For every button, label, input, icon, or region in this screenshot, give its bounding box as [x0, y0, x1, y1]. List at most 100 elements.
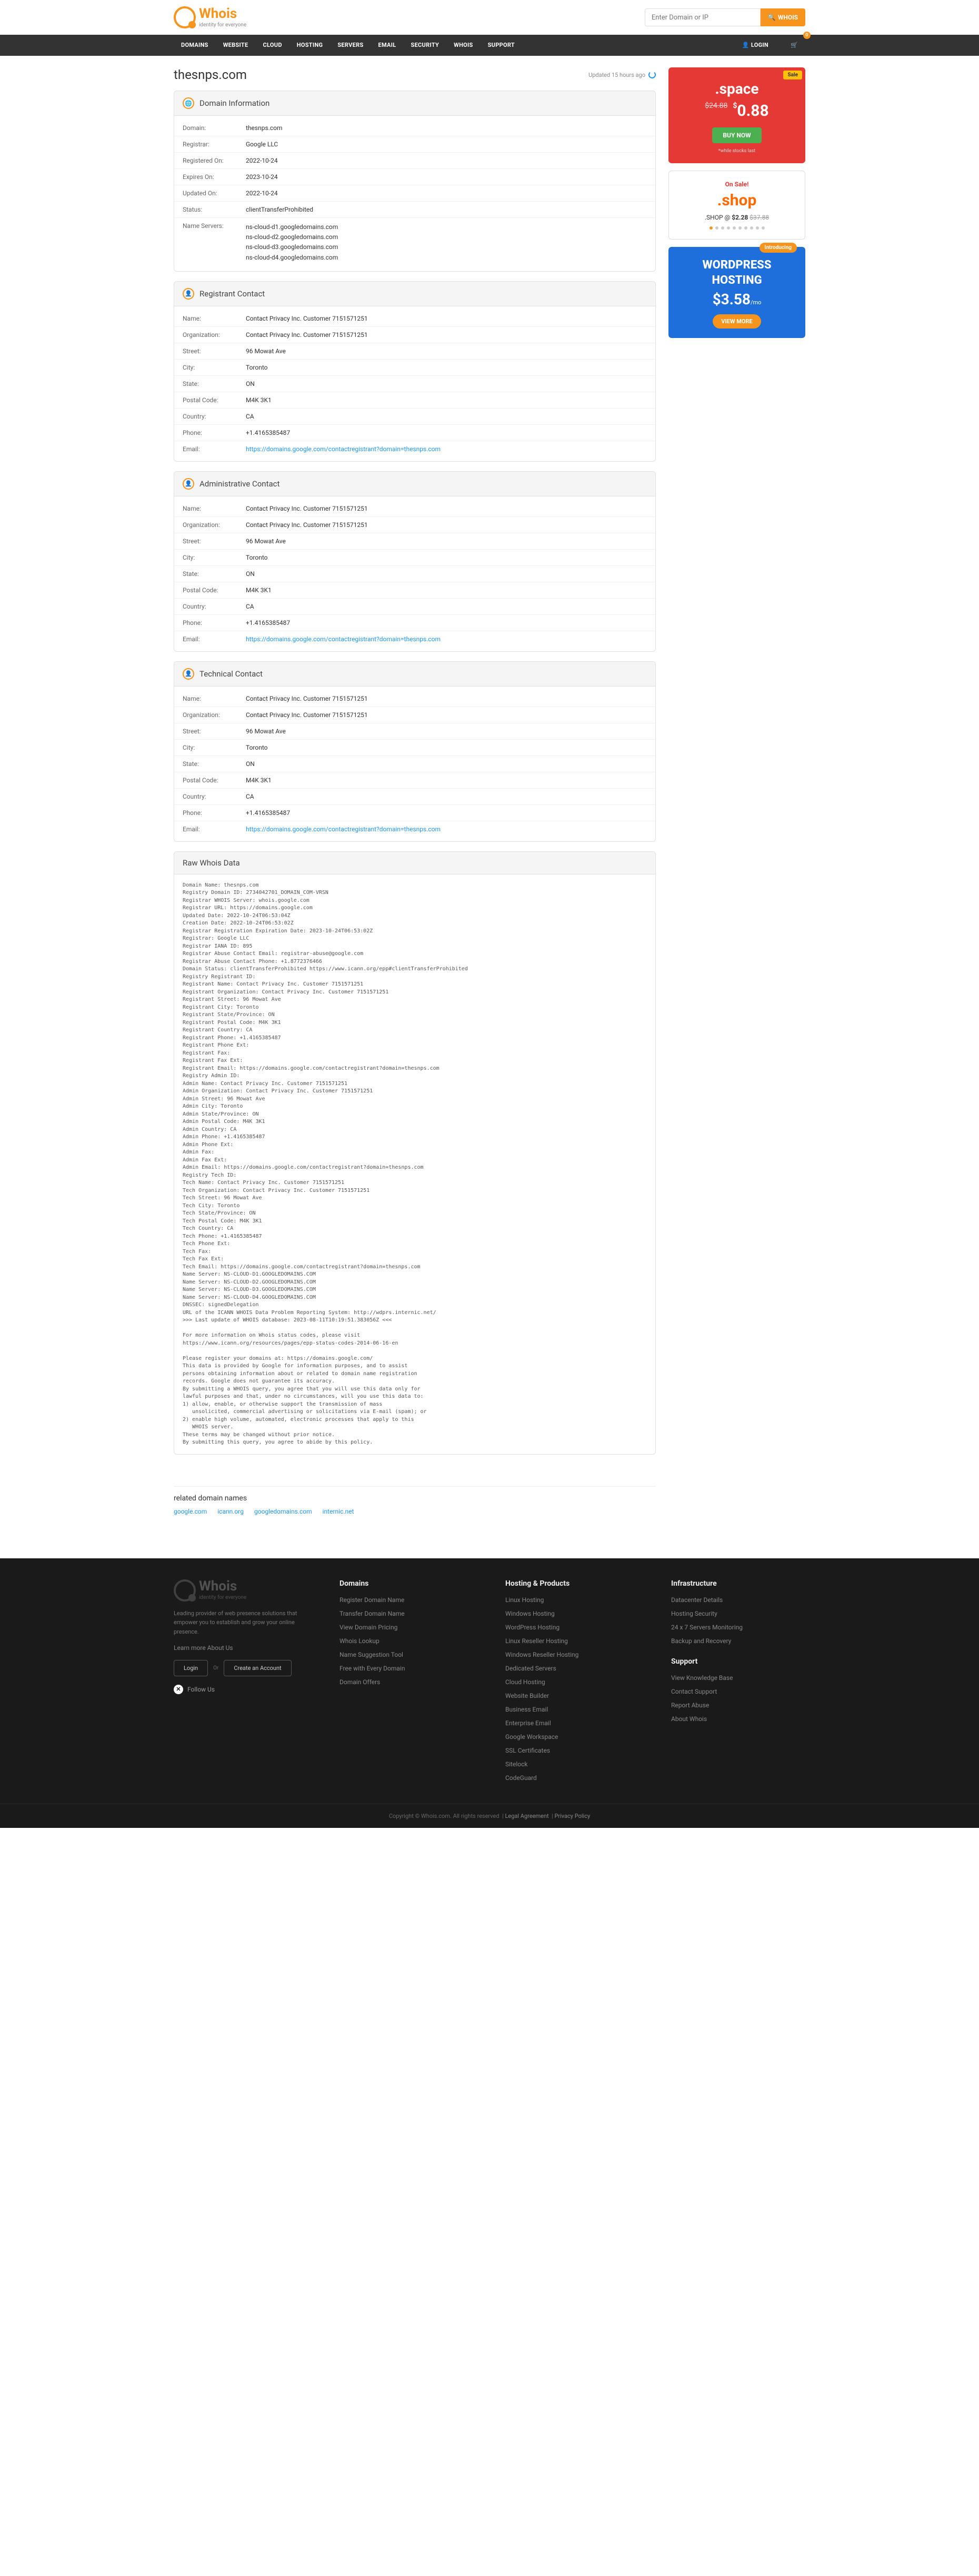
search-button-label: WHOIS: [778, 14, 798, 21]
dot[interactable]: [721, 226, 724, 230]
wp-price: $3.58/mo: [678, 291, 796, 308]
footer-link[interactable]: Website Builder: [505, 1692, 640, 1699]
related-link[interactable]: googledomains.com: [254, 1508, 312, 1515]
search: 🔍 WHOIS: [645, 8, 805, 26]
view-more-button[interactable]: VIEW MORE: [713, 314, 761, 329]
dot[interactable]: [715, 226, 718, 230]
footer-link[interactable]: Report Abuse: [671, 1702, 805, 1709]
row-value: Toronto: [246, 554, 647, 561]
nav-item-email[interactable]: EMAIL: [371, 35, 404, 56]
related-link[interactable]: google.com: [174, 1508, 207, 1515]
row-value: Contact Privacy Inc. Customer 7151571251: [246, 505, 647, 512]
nav-item-hosting[interactable]: HOSTING: [289, 35, 331, 56]
nav-item-cloud[interactable]: CLOUD: [255, 35, 289, 56]
dot[interactable]: [750, 226, 753, 230]
footer-link[interactable]: Transfer Domain Name: [339, 1610, 474, 1617]
footer-desc: Leading provider of web presence solutio…: [174, 1609, 308, 1637]
cart-count: 0: [803, 32, 811, 39]
footer-link[interactable]: Windows Reseller Hosting: [505, 1651, 640, 1658]
row-key: Expires On:: [183, 173, 246, 181]
dot[interactable]: [738, 226, 742, 230]
footer-link[interactable]: Whois Lookup: [339, 1637, 474, 1645]
login-link[interactable]: 👤 LOGIN: [735, 35, 776, 56]
footer-link[interactable]: Sitelock: [505, 1761, 640, 1768]
related-link[interactable]: internic.net: [323, 1508, 354, 1515]
nav-item-whois[interactable]: WHOIS: [446, 35, 480, 56]
twitter-icon: ✕: [174, 1685, 183, 1694]
logo-tagline: identity for everyone: [199, 22, 246, 28]
footer-link[interactable]: Name Suggestion Tool: [339, 1651, 474, 1658]
search-input[interactable]: [645, 8, 761, 26]
promo-shop[interactable]: On Sale! .shop .SHOP @ $2.28 $37.88: [668, 171, 805, 240]
learn-more-link[interactable]: Learn more About Us: [174, 1644, 308, 1652]
footer-link[interactable]: Cloud Hosting: [505, 1678, 640, 1686]
footer-link[interactable]: SSL Certificates: [505, 1747, 640, 1754]
panel-title: Domain Information: [199, 98, 269, 108]
dot[interactable]: [756, 226, 759, 230]
panel-raw-title: Raw Whois Data: [183, 858, 240, 868]
nav-item-servers[interactable]: SERVERS: [330, 35, 371, 56]
footer-link[interactable]: CodeGuard: [505, 1774, 640, 1782]
dot[interactable]: [710, 226, 713, 230]
row-key: Postal Code:: [183, 586, 246, 594]
footer-link[interactable]: Hosting Security: [671, 1610, 805, 1617]
cart-link[interactable]: 🛒 0: [783, 35, 805, 56]
footer-link[interactable]: Contact Support: [671, 1688, 805, 1695]
info-row: Country:CA: [174, 599, 655, 615]
info-row: Postal Code:M4K 3K1: [174, 772, 655, 789]
dot[interactable]: [733, 226, 736, 230]
footer-logo-tagline: identity for everyone: [199, 1595, 246, 1600]
footer-col: Hosting & ProductsLinux HostingWindows H…: [505, 1579, 640, 1788]
info-row: Organization:Contact Privacy Inc. Custom…: [174, 707, 655, 723]
buy-now-button[interactable]: BUY NOW: [712, 127, 761, 143]
related-link[interactable]: icann.org: [217, 1508, 244, 1515]
footer-link[interactable]: About Whois: [671, 1715, 805, 1723]
nav-item-website[interactable]: WEBSITE: [216, 35, 256, 56]
footer-link[interactable]: 24 x 7 Servers Monitoring: [671, 1624, 805, 1631]
privacy-link[interactable]: Privacy Policy: [554, 1813, 590, 1819]
promo-space-fine: *while stocks last: [678, 148, 796, 154]
dot[interactable]: [727, 226, 730, 230]
dot[interactable]: [762, 226, 765, 230]
dot[interactable]: [744, 226, 747, 230]
footer-create-button[interactable]: Create an Account: [224, 1660, 291, 1676]
footer-logo-text: Whois: [199, 1578, 237, 1594]
promo-wordpress[interactable]: Introducing WORDPRESS HOSTING $3.58/mo V…: [668, 247, 805, 338]
footer-link[interactable]: Google Workspace: [505, 1733, 640, 1740]
footer-link[interactable]: Domain Offers: [339, 1678, 474, 1686]
row-value: Google LLC: [246, 141, 647, 148]
search-button[interactable]: 🔍 WHOIS: [761, 8, 805, 26]
footer-link[interactable]: Enterprise Email: [505, 1719, 640, 1727]
footer-link[interactable]: View Domain Pricing: [339, 1624, 474, 1631]
email-link[interactable]: https://domains.google.com/contactregist…: [246, 445, 441, 453]
footer-link[interactable]: Windows Hosting: [505, 1610, 640, 1617]
footer-link[interactable]: View Knowledge Base: [671, 1674, 805, 1682]
promo-space[interactable]: Sale .space $24.88 $0.88 BUY NOW *while …: [668, 67, 805, 163]
footer-link[interactable]: WordPress Hosting: [505, 1624, 640, 1631]
logo[interactable]: Whois identity for everyone: [174, 6, 246, 28]
footer-link[interactable]: Linux Reseller Hosting: [505, 1637, 640, 1645]
user-icon: 👤: [742, 42, 750, 48]
footer-link[interactable]: Datacenter Details: [671, 1596, 805, 1604]
row-key: Status:: [183, 206, 246, 213]
footer-link[interactable]: Dedicated Servers: [505, 1665, 640, 1672]
footer-link[interactable]: Business Email: [505, 1706, 640, 1713]
info-row: Email:https://domains.google.com/contact…: [174, 631, 655, 647]
wp-title-2: HOSTING: [678, 274, 796, 287]
follow-us[interactable]: ✕ Follow Us: [174, 1685, 308, 1694]
nav-item-domains[interactable]: DOMAINS: [174, 35, 216, 56]
legal-link[interactable]: Legal Agreement: [505, 1813, 548, 1819]
footer-link[interactable]: Backup and Recovery: [671, 1637, 805, 1645]
footer-col-title: Infrastructure: [671, 1579, 805, 1588]
footer-login-button[interactable]: Login: [174, 1660, 208, 1676]
footer-link[interactable]: Free with Every Domain: [339, 1665, 474, 1672]
email-link[interactable]: https://domains.google.com/contactregist…: [246, 825, 441, 833]
row-key: Email:: [183, 825, 246, 833]
row-key: Phone:: [183, 619, 246, 626]
footer-link[interactable]: Register Domain Name: [339, 1596, 474, 1604]
refresh-icon[interactable]: [648, 71, 656, 78]
nav-item-support[interactable]: SUPPORT: [481, 35, 522, 56]
nav-item-security[interactable]: SECURITY: [404, 35, 447, 56]
footer-link[interactable]: Linux Hosting: [505, 1596, 640, 1604]
email-link[interactable]: https://domains.google.com/contactregist…: [246, 635, 441, 643]
